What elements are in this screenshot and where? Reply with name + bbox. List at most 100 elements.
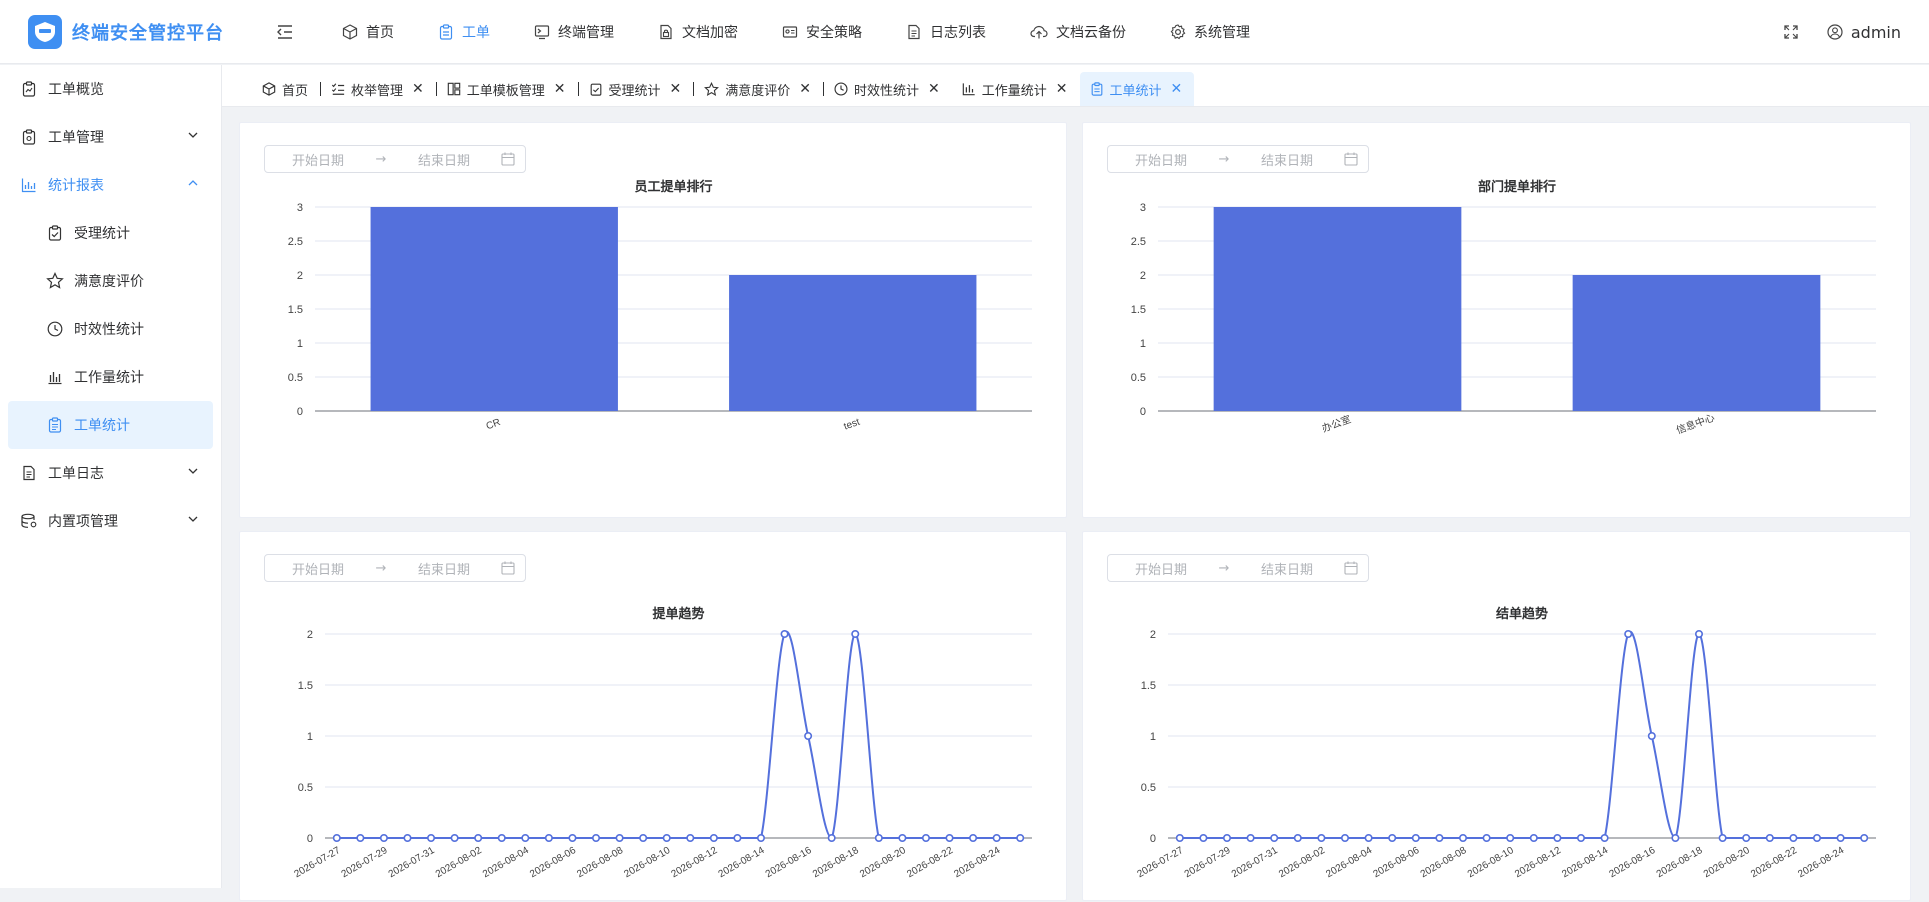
data-point [992,833,1001,842]
x-tick-label: 2026-08-04 [1324,845,1374,880]
clipboard-icon [439,23,453,40]
data-point [1317,833,1326,842]
sidebar-item-ticket-manage[interactable]: 工单管理 [0,113,221,161]
data-point [615,833,624,842]
data-point [1388,833,1397,842]
main-content: 开始日期 → 结束日期 员工提单排行 0 0.5 1 1.5 2 2.5 3 CR test 开始… [222,108,1929,901]
list-check-icon [331,83,345,95]
data-point [1340,833,1349,842]
bar-chart-staff: 员工提单排行 0 0.5 1 1.5 2 2.5 3 CR test [288,179,1032,433]
tab-home[interactable]: 首页 [252,72,320,106]
sidebar-subitem-ticket-stats[interactable]: 工单统计 [8,401,213,449]
series-line [336,630,1021,840]
data-point [592,833,601,842]
data-point [1836,833,1845,842]
topnav-home[interactable]: 首页 [320,0,416,64]
clipboard-icon [46,416,64,434]
y-tick-label: 2.5 [1131,236,1146,248]
data-point [1553,833,1562,842]
y-tick-label: 2 [307,629,313,641]
topnav-terminal[interactable]: 终端管理 [512,0,636,64]
tab-template-manage[interactable]: 工单模板管理 ✕ [437,72,578,106]
top-bar: 终端安全管控平台 首页 工单 终端管理 文档加密 安全策略 日志列表 文档云备份… [0,0,1929,64]
data-point [1246,833,1255,842]
doc-list-icon [908,24,920,39]
y-tick-label: 2 [297,270,303,282]
x-tick-label: 2026-08-20 [1702,845,1752,880]
topnav-security-policy[interactable]: 安全策略 [760,0,884,64]
tab-satisfaction[interactable]: 满意度评价 ✕ [694,72,823,106]
data-point [733,833,742,842]
series-line [1179,630,1865,840]
data-point [921,833,930,842]
data-point [450,833,459,842]
topnav-log-list[interactable]: 日志列表 [884,0,1008,64]
chart-card-dept-ranking: 开始日期 → 结束日期 部门提单排行 0 0.5 1 1.5 2 2.5 3 办公室 信息中心 [1082,122,1911,518]
brand[interactable]: 终端安全管控平台 [28,14,250,49]
sidebar-item-ticket-log[interactable]: 工单日志 [0,449,221,497]
sidebar-item-stats-report[interactable]: 统计报表 [0,161,221,209]
data-point [1223,833,1232,842]
close-icon[interactable]: ✕ [928,81,940,97]
data-point [1812,833,1821,842]
sidebar-subitem-timeliness[interactable]: 时效性统计 [8,305,213,353]
close-icon[interactable]: ✕ [799,81,811,97]
sidebar-item-overview[interactable]: 工单概览 [0,65,221,113]
tab-ticket-stats[interactable]: 工单统计 ✕ [1079,72,1195,106]
data-point [1860,833,1869,842]
topnav-system[interactable]: 系统管理 [1148,0,1272,64]
close-icon[interactable]: ✕ [670,81,682,97]
clock-icon [46,320,64,338]
data-point [1270,833,1279,842]
x-tick-label: 2026-07-29 [340,845,390,880]
sidebar-item-label: 工单管理 [48,130,104,146]
close-icon[interactable]: ✕ [1056,81,1068,97]
close-icon[interactable]: ✕ [412,81,424,97]
close-icon[interactable]: ✕ [554,81,566,97]
data-point [709,833,718,842]
tab-enum-manage[interactable]: 枚举管理 ✕ [321,72,436,106]
topnav-label: 安全策略 [806,24,862,41]
cube-icon [342,23,358,40]
cloud-upload-icon [1030,25,1048,38]
topnav-ticket[interactable]: 工单 [416,0,512,64]
y-tick-label: 1 [1140,338,1146,350]
tab-timeliness[interactable]: 时效性统计 ✕ [824,72,952,106]
collapse-menu-icon[interactable] [270,17,300,47]
data-point [1458,833,1467,842]
topnav-cloud-backup[interactable]: 文档云备份 [1008,0,1148,64]
x-tick-label: 2026-08-02 [1277,845,1327,880]
sidebar-subitem-label: 满意度评价 [74,274,144,290]
fullscreen-icon[interactable] [1777,18,1805,46]
sidebar-subitem-workload[interactable]: 工作量统计 [8,353,213,401]
sidebar-subitem-satisfaction[interactable]: 满意度评价 [8,257,213,305]
x-tick-label: 2026-08-08 [575,845,625,880]
chevron-up-icon [188,180,198,186]
close-icon[interactable]: ✕ [1171,81,1183,97]
topnav-doc-encrypt[interactable]: 文档加密 [636,0,760,64]
data-point [874,833,883,842]
user-menu[interactable]: admin [1827,23,1901,42]
tab-accept-stats[interactable]: 受理统计 ✕ [579,72,694,106]
data-point [1694,630,1703,639]
data-point [1016,833,1025,842]
check-square-icon [46,224,64,242]
sidebar-subitem-label: 时效性统计 [74,322,144,338]
chevron-down-icon [188,132,198,138]
x-tick-label: 2026-08-16 [764,845,814,880]
line-chart-submit: 提单趋势 0 0.5 1 1.5 2 2026-07-272026-07-292026-07… [292,606,1032,880]
database-icon [20,512,38,530]
sidebar-subitem-accept-stats[interactable]: 受理统计 [8,209,213,257]
y-tick-label: 0.5 [288,372,303,384]
x-tick-label: 2026-08-06 [528,845,578,880]
y-tick-label: 1 [307,731,313,743]
sidebar-item-label: 工单日志 [48,466,104,482]
app-title: 终端安全管控平台 [72,22,224,44]
data-point [804,732,813,741]
tab-workload[interactable]: 工作量统计 ✕ [952,72,1080,106]
sidebar-item-builtin-manage[interactable]: 内置项管理 [0,497,221,545]
doc-icon [20,464,38,482]
y-tick-label: 0.5 [1141,782,1156,794]
data-point [379,833,388,842]
chart-card-submit-trend: 开始日期 → 结束日期 提单趋势 0 0.5 1 1.5 2 2026-07-27 2026-… [239,531,1067,901]
